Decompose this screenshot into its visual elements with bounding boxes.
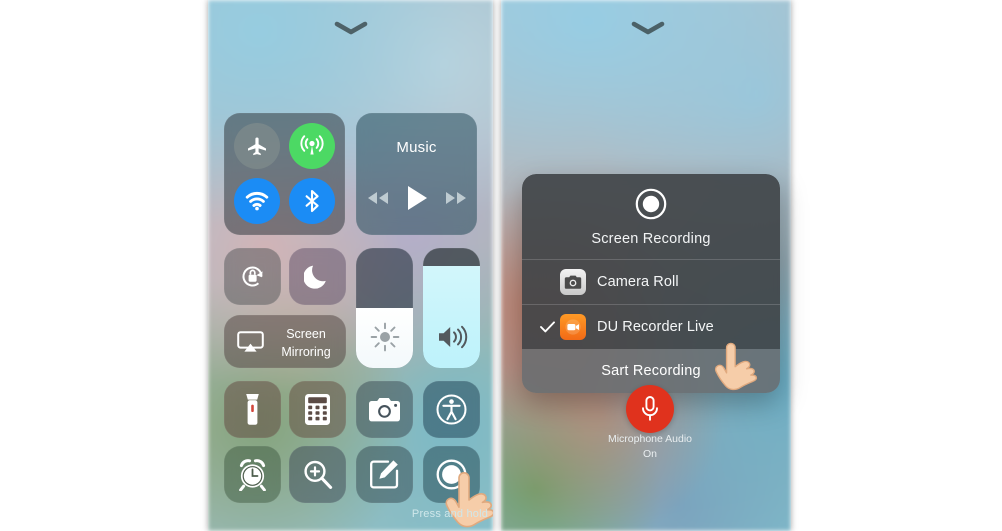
wifi-button[interactable] bbox=[234, 178, 280, 224]
brightness-slider[interactable] bbox=[356, 248, 413, 368]
fast-forward-icon[interactable] bbox=[445, 191, 467, 205]
press-and-hold-hint: Press and hold bbox=[411, 508, 489, 520]
play-icon[interactable] bbox=[405, 185, 429, 211]
chevron-down-icon[interactable] bbox=[334, 20, 368, 36]
chevron-down-icon[interactable] bbox=[631, 20, 665, 36]
camera-app-icon bbox=[560, 269, 586, 295]
shortcut-alarm-button[interactable] bbox=[224, 446, 281, 503]
wifi-icon bbox=[245, 192, 269, 211]
screen-mirroring-label-line2: Mirroring bbox=[281, 345, 331, 360]
airplane-mode-icon bbox=[248, 137, 266, 156]
camera-icon bbox=[369, 398, 400, 422]
shortcut-notes-button[interactable] bbox=[356, 446, 413, 503]
screen-mirroring-button[interactable]: Screen Mirroring bbox=[224, 315, 346, 368]
notes-compose-icon bbox=[370, 460, 399, 489]
shortcut-magnifier-button[interactable] bbox=[289, 446, 346, 503]
screen-recording-action-sheet: Screen Recording Camera Roll DU Recorder… bbox=[522, 174, 780, 393]
music-tile[interactable]: Music bbox=[356, 113, 477, 235]
volume-slider[interactable] bbox=[423, 248, 480, 368]
magnifier-zoom-icon bbox=[304, 460, 333, 489]
screenshot-stage: Music Screen Mirroring Press and hold Sc… bbox=[0, 0, 1002, 531]
microphone-caption-line2: On bbox=[642, 448, 657, 461]
bluetooth-icon bbox=[305, 189, 319, 213]
volume-slider-fill bbox=[423, 266, 480, 368]
microphone-icon bbox=[642, 396, 658, 421]
shortcut-camera-button[interactable] bbox=[356, 381, 413, 438]
screen-record-icon bbox=[436, 459, 467, 490]
flashlight-icon bbox=[246, 394, 259, 425]
connectivity-tile bbox=[224, 113, 345, 235]
brightness-sun-icon bbox=[370, 322, 399, 352]
rotation-lock-icon bbox=[242, 266, 263, 287]
action-sheet-header: Screen Recording bbox=[522, 174, 780, 259]
rewind-icon[interactable] bbox=[367, 191, 389, 205]
moon-icon bbox=[304, 265, 326, 289]
option-row-du-recorder-live[interactable]: DU Recorder Live bbox=[522, 304, 780, 349]
start-recording-label: Sart Recording bbox=[601, 363, 701, 379]
shortcut-accessibility-button[interactable] bbox=[423, 381, 480, 438]
shortcut-calculator-button[interactable] bbox=[289, 381, 346, 438]
volume-speaker-icon bbox=[438, 325, 467, 349]
airplay-screen-icon bbox=[237, 331, 264, 352]
music-title: Music bbox=[396, 139, 437, 156]
shortcut-screen-record-button[interactable] bbox=[423, 446, 480, 503]
rotation-lock-button[interactable] bbox=[224, 248, 281, 305]
calculator-icon bbox=[305, 394, 330, 425]
do-not-disturb-button[interactable] bbox=[289, 248, 346, 305]
du-recorder-icon bbox=[560, 314, 586, 340]
bluetooth-button[interactable] bbox=[289, 178, 335, 224]
checkmark-icon bbox=[534, 321, 560, 333]
accessibility-icon bbox=[436, 394, 467, 425]
cellular-data-button[interactable] bbox=[289, 123, 335, 169]
alarm-clock-icon bbox=[239, 459, 266, 491]
airplane-mode-button[interactable] bbox=[234, 123, 280, 169]
option-row-camera-roll[interactable]: Camera Roll bbox=[522, 259, 780, 304]
shortcut-flashlight-button[interactable] bbox=[224, 381, 281, 438]
action-sheet-body: Screen Recording Camera Roll DU Recorder… bbox=[522, 174, 780, 349]
action-sheet-title: Screen Recording bbox=[591, 231, 711, 247]
record-target-icon bbox=[635, 188, 667, 220]
control-center-panel: Music Screen Mirroring Press and hold bbox=[208, 0, 493, 531]
screen-mirroring-label-line1: Screen bbox=[286, 327, 326, 341]
option-label: Camera Roll bbox=[597, 274, 679, 290]
microphone-audio-caption: Microphone Audio On bbox=[561, 432, 739, 462]
cellular-data-icon bbox=[300, 135, 324, 155]
microphone-audio-button[interactable] bbox=[626, 385, 674, 433]
microphone-caption-line1: Microphone Audio bbox=[607, 433, 693, 445]
option-label: DU Recorder Live bbox=[597, 319, 714, 335]
